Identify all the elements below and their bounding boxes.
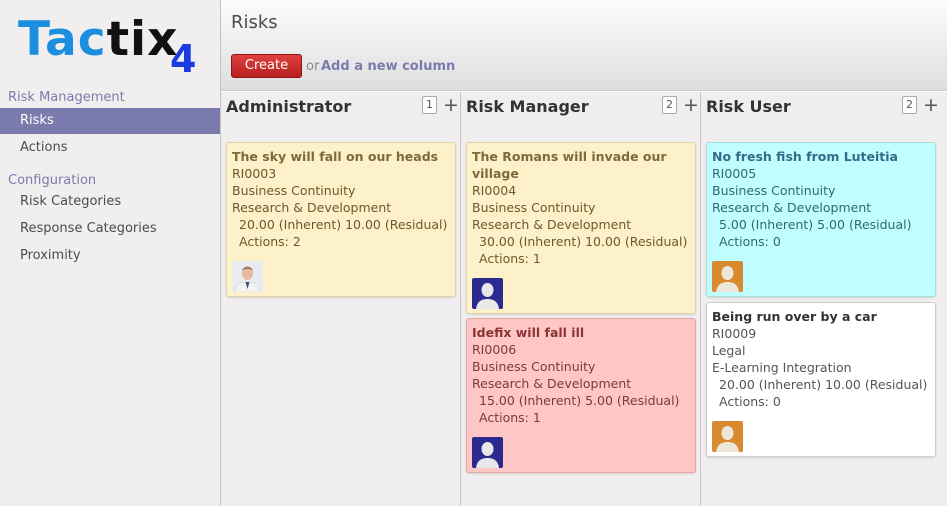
risk-card[interactable]: The Romans will invade our village RI000…	[466, 142, 696, 314]
logo-number: 4	[170, 37, 197, 81]
card-scores: 5.00 (Inherent) 5.00 (Residual)	[719, 217, 912, 232]
card-project: Research & Development	[712, 200, 872, 215]
card-actions: Actions: 0	[719, 234, 781, 249]
avatar[interactable]	[232, 261, 263, 292]
logo-wordmark: Tactix	[18, 12, 179, 67]
column-add-icon[interactable]: +	[683, 93, 699, 117]
card-title[interactable]: Idefix will fall ill	[472, 324, 690, 341]
column-title[interactable]: Risk Manager	[466, 97, 589, 116]
card-title[interactable]: Being run over by a car	[712, 308, 930, 325]
card-title[interactable]: No fresh fish from Luteitia	[712, 148, 930, 165]
menu-section-risk-management: Risk Management	[8, 90, 125, 105]
avatar[interactable]	[472, 278, 503, 309]
card-ref: RI0003	[232, 166, 277, 181]
card-scores: 20.00 (Inherent) 10.00 (Residual)	[719, 377, 928, 392]
or-text: or	[306, 59, 320, 74]
add-column-link[interactable]: Add a new column	[321, 59, 455, 74]
kanban-column-risk-manager: Risk Manager 2 + The Romans will invade …	[461, 92, 701, 506]
kanban-column-administrator: Administrator 1 + The sky will fall on o…	[221, 92, 461, 506]
kanban-board: Administrator 1 + The sky will fall on o…	[221, 92, 947, 506]
card-ref: RI0009	[712, 326, 757, 341]
card-project: Research & Development	[472, 376, 632, 391]
card-ref: RI0005	[712, 166, 757, 181]
avatar[interactable]	[712, 261, 743, 292]
column-title[interactable]: Administrator	[226, 97, 351, 116]
column-title[interactable]: Risk User	[706, 97, 791, 116]
create-button[interactable]: Create	[231, 54, 302, 78]
card-category: Business Continuity	[712, 183, 836, 198]
header: Risks Create or Add a new column	[221, 0, 947, 91]
risk-card[interactable]: Idefix will fall ill RI0006 Business Con…	[466, 318, 696, 473]
sidebar: Tactix 4 Risk Management Risks Actions C…	[0, 0, 221, 506]
sidebar-item-risks[interactable]: Risks	[0, 108, 220, 134]
card-ref: RI0006	[472, 342, 517, 357]
card-category: Legal	[712, 343, 746, 358]
card-project: E-Learning Integration	[712, 360, 852, 375]
card-category: Business Continuity	[472, 359, 596, 374]
card-category: Business Continuity	[472, 200, 596, 215]
risk-card[interactable]: Being run over by a car RI0009 Legal E-L…	[706, 302, 936, 457]
card-ref: RI0004	[472, 183, 517, 198]
column-add-icon[interactable]: +	[443, 93, 459, 117]
sidebar-item-actions[interactable]: Actions	[0, 135, 220, 161]
card-actions: Actions: 1	[479, 410, 541, 425]
card-actions: Actions: 1	[479, 251, 541, 266]
sidebar-item-risk-categories[interactable]: Risk Categories	[0, 189, 220, 215]
column-count-badge[interactable]: 2	[902, 96, 917, 114]
card-title[interactable]: The Romans will invade our village	[472, 148, 690, 182]
card-scores: 20.00 (Inherent) 10.00 (Residual)	[239, 217, 448, 232]
column-count-badge[interactable]: 1	[422, 96, 437, 114]
sidebar-item-response-categories[interactable]: Response Categories	[0, 216, 220, 242]
card-title[interactable]: The sky will fall on our heads	[232, 148, 450, 165]
risk-card[interactable]: The sky will fall on our heads RI0003 Bu…	[226, 142, 456, 297]
column-count-badge[interactable]: 2	[662, 96, 677, 114]
card-actions: Actions: 2	[239, 234, 301, 249]
card-project: Research & Development	[472, 217, 632, 232]
card-scores: 30.00 (Inherent) 10.00 (Residual)	[479, 234, 688, 249]
card-actions: Actions: 0	[719, 394, 781, 409]
tactix-logo[interactable]: Tactix 4	[18, 12, 203, 78]
column-add-icon[interactable]: +	[923, 93, 939, 117]
card-scores: 15.00 (Inherent) 5.00 (Residual)	[479, 393, 680, 408]
card-category: Business Continuity	[232, 183, 356, 198]
sidebar-item-proximity[interactable]: Proximity	[0, 243, 220, 269]
risk-card[interactable]: No fresh fish from Luteitia RI0005 Busin…	[706, 142, 936, 297]
card-project: Research & Development	[232, 200, 392, 215]
avatar[interactable]	[472, 437, 503, 468]
kanban-column-risk-user: Risk User 2 + No fresh fish from Luteiti…	[701, 92, 947, 506]
menu-section-configuration: Configuration	[8, 173, 97, 188]
page-title: Risks	[231, 12, 278, 33]
avatar[interactable]	[712, 421, 743, 452]
